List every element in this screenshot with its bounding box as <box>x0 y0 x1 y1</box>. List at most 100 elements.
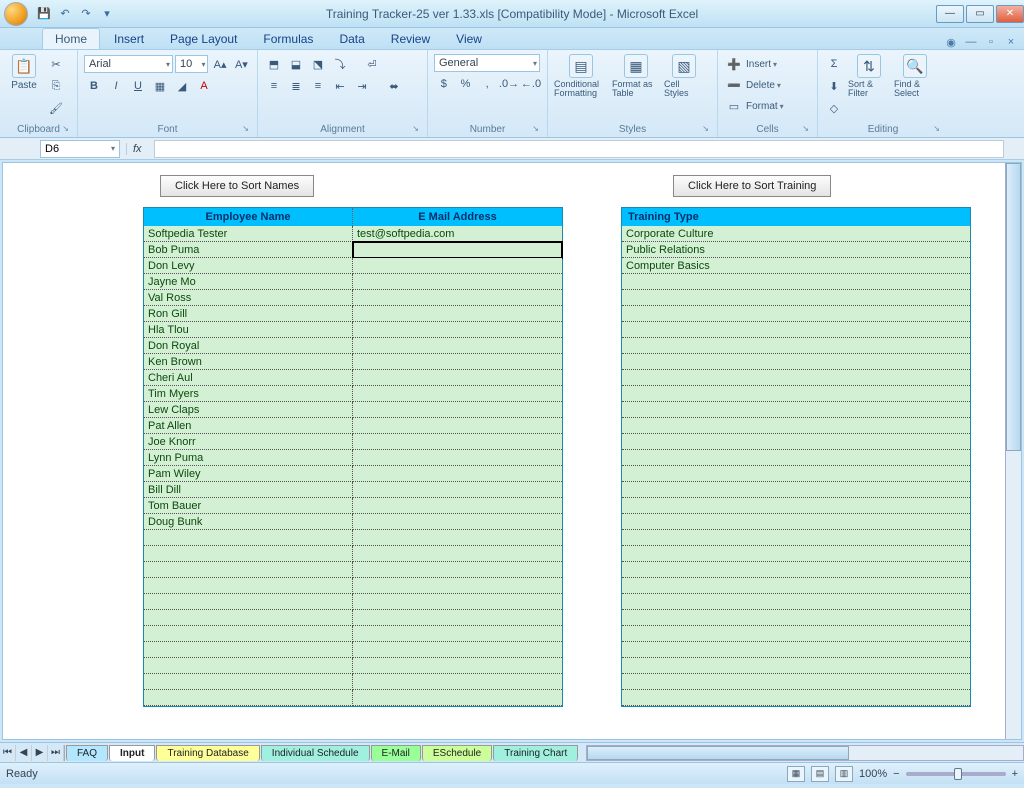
email-cell[interactable] <box>353 578 562 594</box>
training-type-cell[interactable] <box>622 498 970 514</box>
email-cell[interactable] <box>353 402 562 418</box>
email-cell[interactable] <box>353 498 562 514</box>
increase-indent-icon[interactable]: ⇥ <box>352 76 372 96</box>
employee-name-cell[interactable] <box>144 530 353 546</box>
email-cell[interactable] <box>353 290 562 306</box>
font-name-combo[interactable]: Arial <box>84 55 173 73</box>
horizontal-scrollbar[interactable] <box>586 745 1024 761</box>
employee-name-cell[interactable] <box>144 562 353 578</box>
tab-page-layout[interactable]: Page Layout <box>158 29 249 49</box>
decrease-decimal-icon[interactable]: ←.0 <box>521 74 541 94</box>
training-type-cell[interactable] <box>622 546 970 562</box>
email-cell[interactable] <box>353 274 562 290</box>
percent-icon[interactable]: % <box>456 74 476 94</box>
maximize-button[interactable]: ▭ <box>966 5 994 23</box>
training-type-cell[interactable]: Public Relations <box>622 242 970 258</box>
training-type-cell[interactable] <box>622 578 970 594</box>
training-type-cell[interactable] <box>622 450 970 466</box>
delete-cells-label[interactable]: Delete <box>746 80 775 91</box>
redo-icon[interactable]: ↷ <box>77 5 95 23</box>
sort-filter-button[interactable]: ⇅Sort & Filter <box>848 54 890 98</box>
currency-icon[interactable]: $ <box>434 74 454 94</box>
office-button[interactable] <box>4 2 28 26</box>
zoom-in-icon[interactable]: + <box>1012 768 1018 780</box>
training-type-cell[interactable] <box>622 418 970 434</box>
employee-name-cell[interactable] <box>144 578 353 594</box>
fill-color-icon[interactable]: ◢ <box>172 76 192 96</box>
email-cell[interactable] <box>353 658 562 674</box>
name-box[interactable]: D6 <box>40 140 120 158</box>
employee-name-cell[interactable]: Ken Brown <box>144 354 353 370</box>
email-cell[interactable] <box>353 466 562 482</box>
training-type-cell[interactable] <box>622 434 970 450</box>
employee-name-cell[interactable] <box>144 594 353 610</box>
email-cell[interactable] <box>353 242 562 258</box>
zoom-out-icon[interactable]: − <box>893 768 899 780</box>
email-cell[interactable] <box>353 514 562 530</box>
employee-name-cell[interactable] <box>144 610 353 626</box>
email-cell[interactable] <box>353 546 562 562</box>
conditional-formatting-button[interactable]: ▤Conditional Formatting <box>554 54 608 98</box>
orientation-icon[interactable]: ⤵ <box>330 54 350 74</box>
training-type-cell[interactable] <box>622 562 970 578</box>
border-icon[interactable]: ▦ <box>150 76 170 96</box>
training-type-cell[interactable] <box>622 466 970 482</box>
cut-icon[interactable]: ✂ <box>46 54 66 74</box>
employee-name-cell[interactable] <box>144 546 353 562</box>
email-cell[interactable] <box>353 370 562 386</box>
bold-icon[interactable]: B <box>84 76 104 96</box>
training-type-cell[interactable] <box>622 514 970 530</box>
employee-name-cell[interactable] <box>144 642 353 658</box>
align-center-icon[interactable]: ≣ <box>286 76 306 96</box>
employee-name-cell[interactable] <box>144 674 353 690</box>
zoom-slider[interactable] <box>906 772 1006 776</box>
email-cell[interactable] <box>353 450 562 466</box>
sheet-tab-training-chart[interactable]: Training Chart <box>493 745 578 761</box>
training-type-cell[interactable] <box>622 674 970 690</box>
tab-data[interactable]: Data <box>327 29 376 49</box>
font-color-icon[interactable]: A <box>194 76 214 96</box>
email-cell[interactable] <box>353 642 562 658</box>
tab-review[interactable]: Review <box>379 29 442 49</box>
training-type-cell[interactable] <box>622 338 970 354</box>
email-cell[interactable] <box>353 322 562 338</box>
training-type-cell[interactable] <box>622 658 970 674</box>
sort-training-button[interactable]: Click Here to Sort Training <box>673 175 831 197</box>
email-cell[interactable] <box>353 674 562 690</box>
font-size-combo[interactable]: 10 <box>175 55 208 73</box>
training-type-cell[interactable] <box>622 354 970 370</box>
tab-formulas[interactable]: Formulas <box>251 29 325 49</box>
align-left-icon[interactable]: ≡ <box>264 76 284 96</box>
help-icon[interactable]: ◉ <box>944 35 958 49</box>
employee-name-cell[interactable]: Don Royal <box>144 338 353 354</box>
sort-names-button[interactable]: Click Here to Sort Names <box>160 175 314 197</box>
sheet-tab-training-database[interactable]: Training Database <box>156 745 259 761</box>
email-cell[interactable] <box>353 258 562 274</box>
clear-icon[interactable]: ◇ <box>824 98 844 118</box>
comma-icon[interactable]: , <box>477 74 497 94</box>
tab-insert[interactable]: Insert <box>102 29 156 49</box>
training-type-cell[interactable] <box>622 322 970 338</box>
ribbon-restore-icon[interactable]: ▫ <box>984 35 998 49</box>
employee-name-cell[interactable]: Cheri Aul <box>144 370 353 386</box>
underline-icon[interactable]: U <box>128 76 148 96</box>
email-cell[interactable] <box>353 418 562 434</box>
wrap-text-icon[interactable]: ⏎ <box>352 54 392 74</box>
training-type-cell[interactable] <box>622 386 970 402</box>
shrink-font-icon[interactable]: A▾ <box>232 54 251 74</box>
employee-name-cell[interactable]: Pat Allen <box>144 418 353 434</box>
increase-decimal-icon[interactable]: .0→ <box>499 74 519 94</box>
number-format-combo[interactable]: General <box>434 54 540 72</box>
employee-name-cell[interactable]: Lew Claps <box>144 402 353 418</box>
training-type-cell[interactable]: Computer Basics <box>622 258 970 274</box>
horizontal-scrollbar-thumb[interactable] <box>587 746 848 760</box>
employee-name-cell[interactable] <box>144 626 353 642</box>
ribbon-minimize-icon[interactable]: — <box>964 35 978 49</box>
delete-cells-icon[interactable]: ➖ <box>724 75 744 95</box>
merge-center-icon[interactable]: ⬌ <box>374 76 414 96</box>
training-type-cell[interactable] <box>622 594 970 610</box>
page-layout-view-icon[interactable]: ▤ <box>811 766 829 782</box>
align-bottom-icon[interactable]: ⬔ <box>308 54 328 74</box>
save-icon[interactable]: 💾 <box>35 5 53 23</box>
employee-name-cell[interactable] <box>144 690 353 706</box>
